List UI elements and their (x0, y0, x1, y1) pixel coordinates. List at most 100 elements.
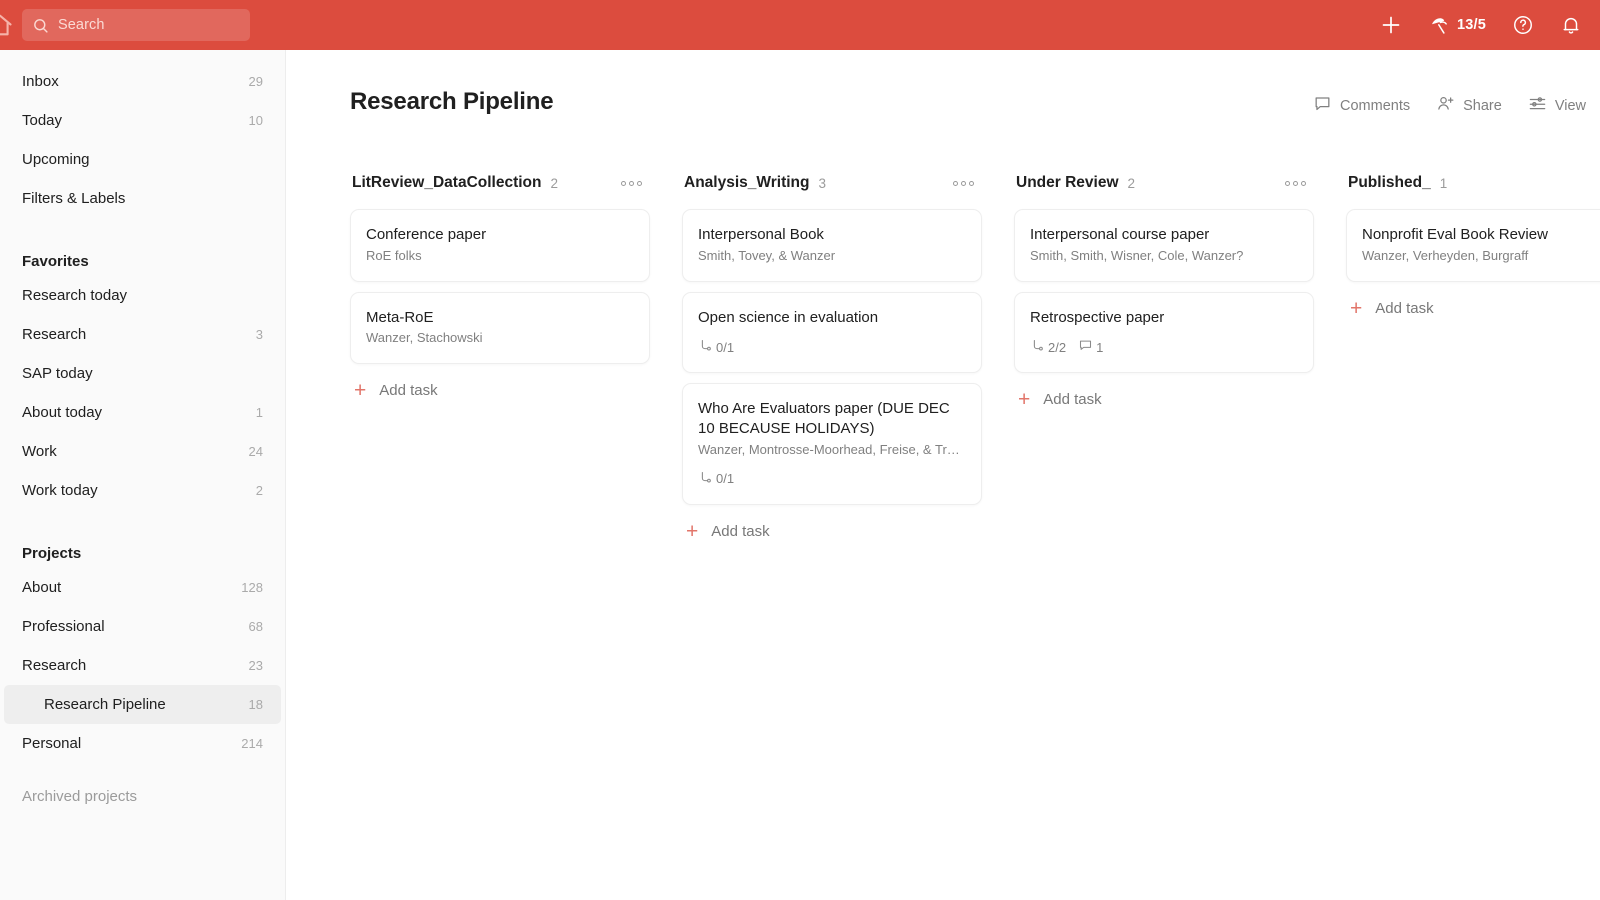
board-column-published: Published_ 1 Nonprofit Eval Book Review … (1346, 165, 1600, 550)
home-icon[interactable] (0, 11, 14, 39)
sidebar-item-sap-today[interactable]: SAP today (4, 354, 281, 393)
productivity-icon (1429, 15, 1450, 36)
sidebar-item-filters-labels[interactable]: Filters & Labels (4, 179, 281, 218)
task-card[interactable]: Retrospective paper 2/2 1 (1014, 291, 1314, 374)
sidebar-item-count: 29 (248, 74, 263, 89)
sidebar-item-professional[interactable]: Professional 68 (4, 607, 281, 646)
top-bar-actions: 13/5 (1379, 0, 1582, 50)
sidebar-section-favorites[interactable]: Favorites (4, 232, 281, 276)
sidebar-item-label: Archived projects (22, 788, 138, 805)
sidebar-item-label: Today (22, 112, 63, 129)
task-subtitle: Wanzer, Verheyden, Burgraff (1362, 247, 1529, 263)
sidebar-item-count: 18 (248, 697, 263, 712)
comments-label: Comments (1340, 97, 1411, 114)
sidebar-item-today[interactable]: Today 10 (4, 101, 281, 140)
sidebar-item-label: About (22, 579, 62, 596)
bell-icon[interactable] (1560, 14, 1582, 36)
column-count: 3 (818, 175, 826, 191)
task-card[interactable]: Interpersonal course paper Smith, Smith,… (1014, 209, 1314, 282)
share-button[interactable]: Share (1436, 94, 1502, 117)
add-task-label: Add task (711, 522, 770, 540)
sidebar-item-inbox[interactable]: Inbox 29 (4, 62, 281, 101)
sidebar-item-count: 10 (248, 113, 263, 128)
search-input[interactable]: Search (58, 17, 105, 33)
column-title: Analysis_Writing (684, 174, 810, 191)
sidebar: Inbox 29 Today 10 Upcoming Filters & Lab… (0, 50, 286, 900)
task-card[interactable]: Nonprofit Eval Book Review Wanzer, Verhe… (1346, 209, 1600, 282)
add-task-button[interactable]: + Add task (1014, 373, 1314, 418)
sidebar-divider (0, 510, 285, 524)
sidebar-item-label: Research today (22, 287, 128, 304)
column-count: 2 (1127, 175, 1136, 191)
column-header: Analysis_Writing 3 (682, 165, 982, 201)
sidebar-section-projects[interactable]: Projects (4, 524, 281, 568)
comment-count: 1 (1078, 338, 1103, 356)
help-circle-icon[interactable] (1512, 14, 1534, 36)
add-task-button[interactable]: + Add task (1346, 282, 1600, 327)
sidebar-section-label: Projects (22, 545, 82, 562)
column-menu-icon[interactable] (1279, 175, 1312, 192)
sidebar-item-count: 214 (241, 736, 263, 751)
task-card[interactable]: Conference paper RoE folks (350, 209, 650, 282)
sidebar-item-count: 23 (248, 658, 263, 673)
sidebar-item-work-today[interactable]: Work today 2 (4, 471, 281, 510)
person-add-icon (1436, 94, 1455, 117)
add-task-button[interactable]: + Add task (350, 364, 650, 409)
column-cards: Interpersonal course paper Smith, Smith,… (1014, 209, 1314, 374)
add-task-label: Add task (1375, 299, 1434, 317)
sidebar-item-research[interactable]: Research 3 (4, 315, 281, 354)
column-count: 2 (550, 175, 559, 191)
view-button[interactable]: View (1528, 94, 1586, 117)
task-title: Meta-RoE (366, 308, 434, 326)
productivity-count: 13/5 (1456, 17, 1486, 33)
kanban-board: LitReview_DataCollection 2 Conference pa… (350, 165, 1600, 550)
subtask-icon (1030, 338, 1045, 356)
plus-icon[interactable] (1379, 13, 1403, 37)
comments-button[interactable]: Comments (1313, 94, 1410, 117)
sidebar-item-personal[interactable]: Personal 214 (4, 724, 281, 763)
sidebar-divider (0, 218, 285, 232)
sidebar-item-about-today[interactable]: About today 1 (4, 393, 281, 432)
search-icon (32, 17, 49, 34)
task-subtitle: Smith, Smith, Wisner, Cole, Wanzer? (1030, 247, 1244, 263)
sidebar-item-archived-projects[interactable]: Archived projects (4, 777, 281, 816)
sidebar-item-about[interactable]: About 128 (4, 568, 281, 607)
productivity-button[interactable]: 13/5 (1429, 15, 1486, 36)
view-label: View (1554, 97, 1586, 114)
top-bar: Search 13/5 (0, 0, 1600, 50)
column-cards: Conference paper RoE folks Meta-RoE Wanz… (350, 209, 650, 365)
column-title: Under Review (1016, 174, 1119, 191)
sidebar-item-research-today[interactable]: Research today (4, 276, 281, 315)
task-title: Retrospective paper (1030, 308, 1165, 326)
task-card[interactable]: Interpersonal Book Smith, Tovey, & Wanze… (682, 209, 982, 282)
task-card[interactable]: Who Are Evaluators paper (DUE DEC 10 BEC… (682, 383, 982, 505)
column-header: Under Review 2 (1014, 165, 1314, 201)
sidebar-item-work[interactable]: Work 24 (4, 432, 281, 471)
sidebar-item-label: Work (22, 443, 57, 460)
sidebar-item-label: Upcoming (22, 151, 90, 168)
sidebar-item-research-project[interactable]: Research 23 (4, 646, 281, 685)
task-card[interactable]: Meta-RoE Wanzer, Stachowski (350, 291, 650, 365)
sidebar-item-label: Work today (22, 482, 98, 499)
sidebar-item-label: Research (22, 326, 87, 343)
main-content: Research Pipeline Comments Share View Li… (287, 50, 1600, 900)
header-actions: Comments Share View (1313, 94, 1586, 117)
search-box[interactable]: Search (22, 9, 250, 41)
add-task-label: Add task (1043, 391, 1102, 409)
subtask-count-label: 0/1 (716, 471, 735, 487)
task-title: Interpersonal course paper (1030, 226, 1210, 243)
sidebar-item-research-pipeline[interactable]: Research Pipeline 18 (4, 685, 281, 724)
column-menu-icon[interactable] (615, 175, 648, 192)
task-card[interactable]: Open science in evaluation 0/1 (682, 291, 982, 374)
sidebar-item-upcoming[interactable]: Upcoming (4, 140, 281, 179)
task-title: Open science in evaluation (698, 308, 879, 326)
subtask-count: 0/1 (698, 338, 734, 356)
column-count: 1 (1439, 175, 1448, 191)
board-column-litreview-datacollection: LitReview_DataCollection 2 Conference pa… (350, 165, 650, 550)
task-meta: 2/2 1 (1030, 338, 1298, 356)
add-task-button[interactable]: + Add task (682, 505, 982, 550)
page-title: Research Pipeline (350, 88, 554, 115)
sidebar-item-count: 2 (255, 483, 263, 498)
sidebar-item-label: Inbox (22, 73, 59, 90)
column-menu-icon[interactable] (947, 175, 980, 192)
